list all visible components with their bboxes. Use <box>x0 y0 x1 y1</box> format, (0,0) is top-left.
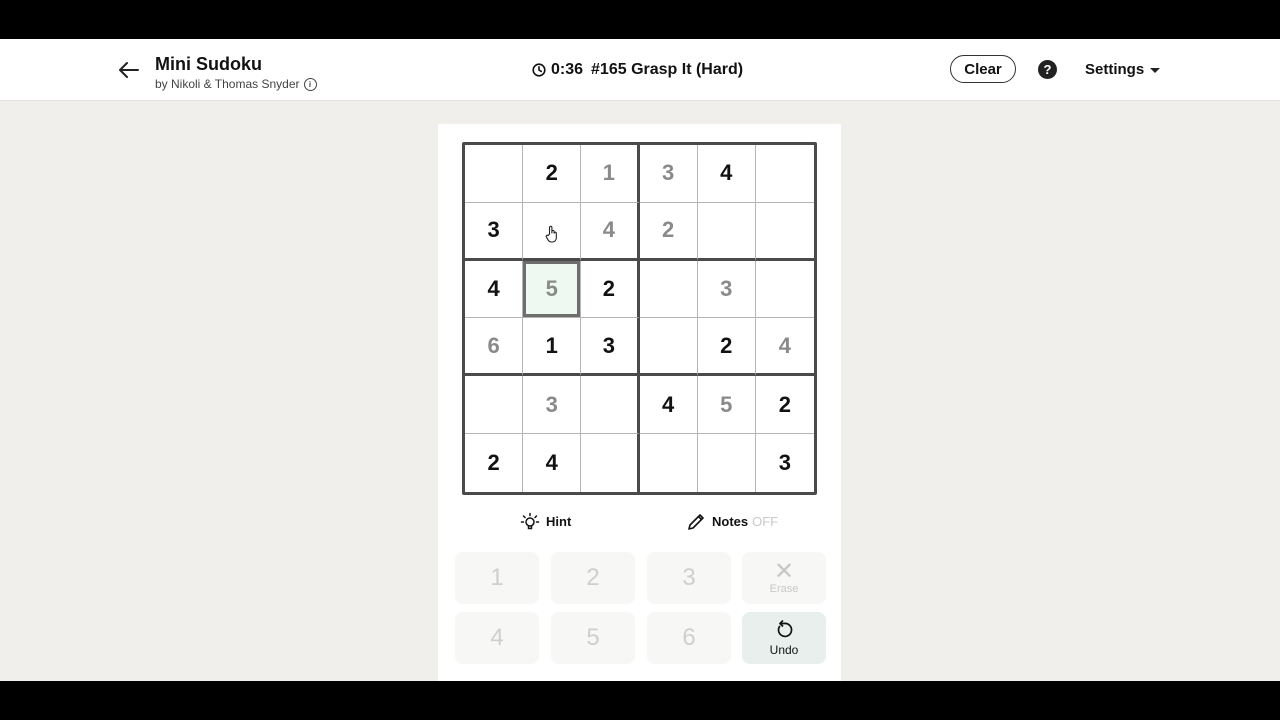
board-cell-r1c3[interactable]: 1 <box>581 145 640 203</box>
board-cell-r6c2[interactable]: 4 <box>523 434 582 492</box>
board-cell-r3c3[interactable]: 2 <box>581 260 640 319</box>
board-cell-r5c2[interactable]: 3 <box>523 376 582 435</box>
board-cell-r1c5[interactable]: 4 <box>697 145 756 203</box>
game-frame: Mini Sudoku by Nikoli & Thomas Snyder i … <box>0 39 1280 681</box>
puzzle-name: #165 Grasp It (Hard) <box>591 61 744 78</box>
info-icon[interactable]: i <box>303 78 317 91</box>
board-cell-r3c1[interactable]: 4 <box>465 260 524 319</box>
board-cell-r5c5[interactable]: 5 <box>697 376 756 435</box>
board-cell-r1c6[interactable] <box>755 145 814 203</box>
undo-icon <box>777 619 793 637</box>
caret-down-icon <box>1150 67 1161 73</box>
board-cell-r2c6[interactable] <box>755 203 814 261</box>
board-cell-r4c6[interactable]: 4 <box>755 318 814 377</box>
board-cell-r5c4[interactable]: 4 <box>639 376 698 435</box>
game-title: Mini Sudoku <box>155 54 262 74</box>
sudoku-board: 21343424523613243452243 <box>462 142 817 495</box>
back-arrow-icon[interactable] <box>116 57 142 83</box>
key-5[interactable]: 5 <box>551 612 635 664</box>
hint-label: Hint <box>546 514 572 529</box>
board-cell-r1c1[interactable] <box>465 145 524 203</box>
notes-toggle[interactable]: Notes OFF <box>686 512 778 532</box>
board-cell-r3c6[interactable] <box>755 261 814 319</box>
pencil-icon <box>688 514 704 530</box>
clear-button[interactable]: Clear <box>950 55 1016 83</box>
help-icon[interactable]: ? <box>1038 60 1057 79</box>
puzzle-info: 0:36 #165 Grasp It (Hard) <box>532 59 743 81</box>
board-cell-r4c1[interactable]: 6 <box>465 318 524 377</box>
undo-button[interactable]: Undo <box>742 612 826 664</box>
board-cell-r5c6[interactable]: 2 <box>755 376 814 435</box>
settings-button[interactable]: Settings <box>1085 60 1161 80</box>
tools-row: Hint Notes OFF <box>438 512 841 536</box>
board-cell-r1c2[interactable]: 2 <box>523 145 582 203</box>
board-cell-r3c2[interactable]: 5 <box>523 260 582 319</box>
board-cell-r6c4[interactable] <box>640 434 698 492</box>
board-cell-r4c3[interactable]: 3 <box>581 318 640 377</box>
key-1[interactable]: 1 <box>455 552 539 604</box>
hand-cursor-icon <box>545 225 558 243</box>
board-cell-r6c1[interactable]: 2 <box>465 434 524 492</box>
erase-label: Erase <box>769 583 799 595</box>
notes-label: Notes <box>712 514 749 529</box>
key-2[interactable]: 2 <box>551 552 635 604</box>
board-cell-r2c4[interactable]: 2 <box>639 202 698 261</box>
timer: 0:36 <box>551 61 584 78</box>
board-cell-r3c5[interactable]: 3 <box>697 260 756 319</box>
notes-state: OFF <box>752 514 779 529</box>
board-cell-r2c1[interactable]: 3 <box>465 202 524 261</box>
board-cell-r2c2[interactable] <box>523 202 582 261</box>
board-cell-r4c2[interactable]: 1 <box>523 318 582 377</box>
board-cell-r6c3[interactable] <box>581 434 640 492</box>
board-cell-r6c6[interactable]: 3 <box>756 434 814 492</box>
erase-button[interactable]: ✕ Erase <box>742 552 826 604</box>
key-4[interactable]: 4 <box>455 612 539 664</box>
settings-label: Settings <box>1085 61 1145 78</box>
board-cell-r5c3[interactable] <box>581 376 640 435</box>
board-cell-r1c4[interactable]: 3 <box>639 145 698 203</box>
close-icon: ✕ <box>773 558 795 585</box>
board-cell-r6c5[interactable] <box>698 434 756 492</box>
board-cell-r3c4[interactable] <box>639 260 698 319</box>
title-block: Mini Sudoku by Nikoli & Thomas Snyder i <box>155 53 317 92</box>
key-6[interactable]: 6 <box>647 612 731 664</box>
game-panel: 21343424523613243452243 Hint Notes OFF 1 <box>438 124 841 681</box>
lightbulb-icon <box>520 512 540 530</box>
byline: by Nikoli & Thomas Snyder i <box>155 77 317 92</box>
hint-button[interactable]: Hint <box>520 512 571 532</box>
clock-icon <box>532 63 546 77</box>
byline-text: by Nikoli & Thomas Snyder <box>155 77 300 91</box>
undo-label: Undo <box>769 642 799 657</box>
board-cell-r5c1[interactable] <box>465 376 524 435</box>
board-cell-r2c5[interactable] <box>697 202 756 261</box>
header-bar: Mini Sudoku by Nikoli & Thomas Snyder i … <box>0 39 1280 101</box>
board-cell-r4c4[interactable] <box>639 318 698 377</box>
key-3[interactable]: 3 <box>647 552 731 604</box>
board-cell-r2c3[interactable]: 4 <box>581 202 640 261</box>
board-cell-r4c5[interactable]: 2 <box>697 318 756 377</box>
